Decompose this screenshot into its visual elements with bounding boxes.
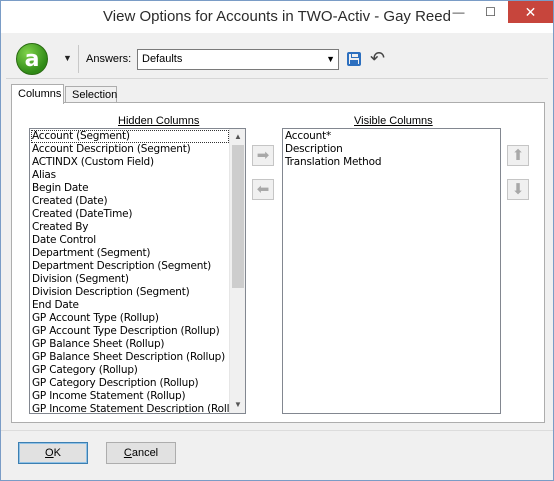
hidden-columns-header: Hidden Columns bbox=[118, 115, 200, 127]
list-item[interactable]: Alias bbox=[31, 169, 229, 182]
list-item[interactable]: Created By bbox=[31, 221, 229, 234]
minimize-button[interactable]: — bbox=[444, 1, 473, 23]
list-item[interactable]: Date Control bbox=[31, 234, 229, 247]
hidden-columns-list[interactable]: Account (Segment) Account Description (Se… bbox=[29, 128, 246, 414]
answers-select-value: Defaults bbox=[142, 53, 183, 65]
list-item[interactable]: Account Description (Segment) bbox=[31, 143, 229, 156]
title-bar: View Options for Accounts in TWO-Activ -… bbox=[1, 1, 553, 33]
list-item[interactable]: Begin Date bbox=[31, 182, 229, 195]
toolbar-separator bbox=[78, 45, 79, 73]
cancel-button-label: ancel bbox=[131, 447, 159, 459]
activant-logo-icon[interactable]: a bbox=[16, 43, 48, 75]
list-item[interactable]: GP Balance Sheet (Rollup) bbox=[31, 338, 229, 351]
add-column-button[interactable]: ➡ bbox=[252, 145, 274, 166]
ok-button-label: K bbox=[53, 447, 61, 459]
columns-panel: Hidden Columns Visible Columns Account (… bbox=[11, 102, 545, 423]
list-item[interactable]: Account (Segment) bbox=[31, 130, 229, 143]
ok-button[interactable]: OK bbox=[18, 442, 88, 464]
list-item[interactable]: Created (DateTime) bbox=[31, 208, 229, 221]
list-item[interactable]: GP Category (Rollup) bbox=[31, 364, 229, 377]
answers-label: Answers: bbox=[86, 53, 132, 65]
visible-columns-list[interactable]: Account* Description Translation Method bbox=[282, 128, 501, 414]
tab-columns[interactable]: Columns bbox=[11, 84, 64, 104]
visible-columns-items: Account* Description Translation Method bbox=[284, 130, 499, 169]
list-item[interactable]: Account* bbox=[284, 130, 499, 143]
tab-selection[interactable]: Selection bbox=[65, 86, 117, 103]
list-item[interactable]: GP Income Statement Description (Rollup) bbox=[31, 403, 229, 413]
list-item[interactable]: GP Income Statement (Rollup) bbox=[31, 390, 229, 403]
list-item[interactable]: Division Description (Segment) bbox=[31, 286, 229, 299]
list-item[interactable]: End Date bbox=[31, 299, 229, 312]
answers-select[interactable]: Defaults ▼ bbox=[137, 49, 339, 70]
arrow-right-icon: ➡ bbox=[256, 146, 270, 164]
arrow-down-icon: ⬇ bbox=[511, 180, 525, 198]
scroll-up-icon[interactable]: ▲ bbox=[230, 130, 245, 144]
toolbar: a ▼ Answers: Defaults ▼ ↶ bbox=[6, 39, 548, 79]
chevron-down-icon: ▼ bbox=[326, 54, 335, 64]
list-item[interactable]: GP Account Type (Rollup) bbox=[31, 312, 229, 325]
arrow-left-icon: ⬅ bbox=[256, 180, 270, 198]
remove-column-button[interactable]: ⬅ bbox=[252, 179, 274, 200]
logo-letter: a bbox=[24, 46, 40, 72]
move-up-button[interactable]: ⬆ bbox=[507, 145, 529, 166]
list-item[interactable]: GP Balance Sheet Description (Rollup) bbox=[31, 351, 229, 364]
list-item[interactable]: Division (Segment) bbox=[31, 273, 229, 286]
visible-columns-header: Visible Columns bbox=[354, 115, 433, 127]
undo-icon[interactable]: ↶ bbox=[370, 48, 385, 69]
list-item[interactable]: ACTINDX (Custom Field) bbox=[31, 156, 229, 169]
logo-dropdown-icon[interactable]: ▼ bbox=[63, 53, 72, 63]
scroll-thumb[interactable] bbox=[232, 145, 244, 288]
list-item[interactable]: Department (Segment) bbox=[31, 247, 229, 260]
save-icon[interactable] bbox=[347, 52, 361, 66]
scroll-down-icon[interactable]: ▼ bbox=[230, 398, 245, 412]
close-button[interactable]: ✕ bbox=[508, 1, 553, 23]
maximize-button[interactable]: ☐ bbox=[476, 1, 505, 23]
list-item[interactable]: Department Description (Segment) bbox=[31, 260, 229, 273]
cancel-button[interactable]: Cancel bbox=[106, 442, 176, 464]
hidden-columns-scrollbar[interactable]: ▲ ▼ bbox=[229, 129, 245, 413]
footer-divider bbox=[1, 430, 553, 431]
list-item[interactable]: GP Account Type Description (Rollup) bbox=[31, 325, 229, 338]
list-item[interactable]: Description bbox=[284, 143, 499, 156]
cancel-button-mnemonic: C bbox=[123, 447, 132, 459]
list-item[interactable]: Translation Method bbox=[284, 156, 499, 169]
dialog-window: View Options for Accounts in TWO-Activ -… bbox=[0, 0, 554, 481]
list-item[interactable]: Created (Date) bbox=[31, 195, 229, 208]
hidden-columns-items: Account (Segment) Account Description (Se… bbox=[31, 130, 229, 413]
list-item[interactable]: GP Category Description (Rollup) bbox=[31, 377, 229, 390]
move-down-button[interactable]: ⬇ bbox=[507, 179, 529, 200]
arrow-up-icon: ⬆ bbox=[511, 146, 525, 164]
ok-button-mnemonic: O bbox=[45, 447, 54, 459]
